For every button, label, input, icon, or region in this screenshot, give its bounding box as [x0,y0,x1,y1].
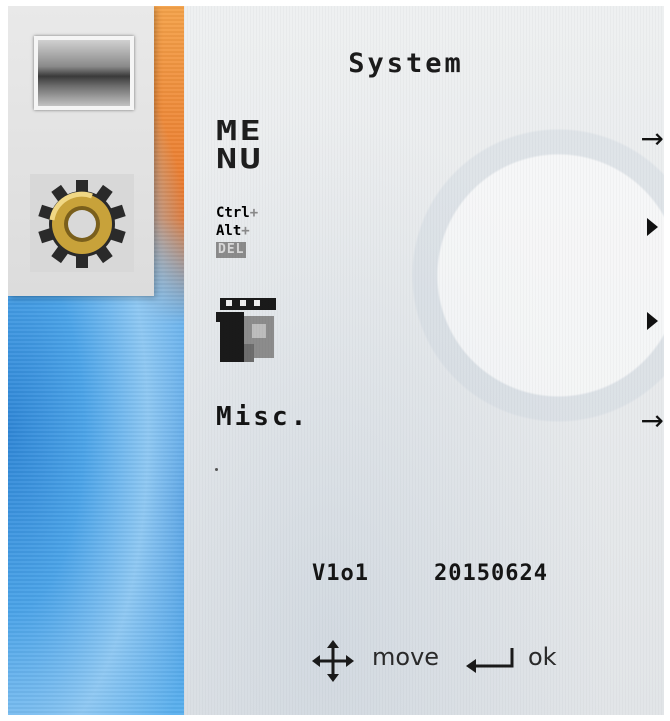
right-arrow-icon: → [640,404,664,437]
misc-label: Misc. [216,402,310,432]
alt-label: Alt [216,223,242,239]
gear-icon[interactable] [30,174,134,272]
monitor-screen: System ME NU → Ctrl+ Alt+ DEL Misc. → V1… [8,6,664,715]
ctrl-alt-del-icon: Ctrl+ Alt+ DEL [216,204,276,268]
landscape-photo-icon[interactable] [34,36,134,110]
right-arrow-icon: → [640,122,664,155]
del-label: DEL [216,242,247,258]
menu-item-ctrl-alt-del[interactable]: Ctrl+ Alt+ DEL [216,204,660,264]
menu-item-menu[interactable]: ME NU → [216,110,664,175]
right-triangle-icon [647,218,658,236]
enter-key-icon [466,646,518,680]
menu-logo-line-1: ME [216,114,264,147]
move-hint-label: move [372,643,440,671]
plus-sign: + [249,205,259,221]
ok-hint-label: ok [528,643,557,671]
menu-item-misc[interactable]: Misc. → [216,392,664,452]
firmware-version: V1o1 [312,561,369,586]
firmware-build-date: 20150624 [434,561,548,586]
ctrl-label: Ctrl [216,205,250,221]
osd-category-sidebar [8,6,154,296]
four-way-arrow-icon [312,640,354,686]
stray-pixel [215,468,218,471]
right-triangle-icon [647,312,658,330]
page-title: System [348,48,464,79]
navigation-hint: move ok [312,638,572,682]
plus-sign: + [241,223,250,239]
menu-logo-icon: ME NU [216,114,280,175]
osd-system-panel: System ME NU → Ctrl+ Alt+ DEL Misc. → V1… [184,6,664,715]
menu-item-ip[interactable] [216,298,660,362]
menu-logo-line-2: NU [216,142,264,175]
ip-address-icon [216,298,282,364]
